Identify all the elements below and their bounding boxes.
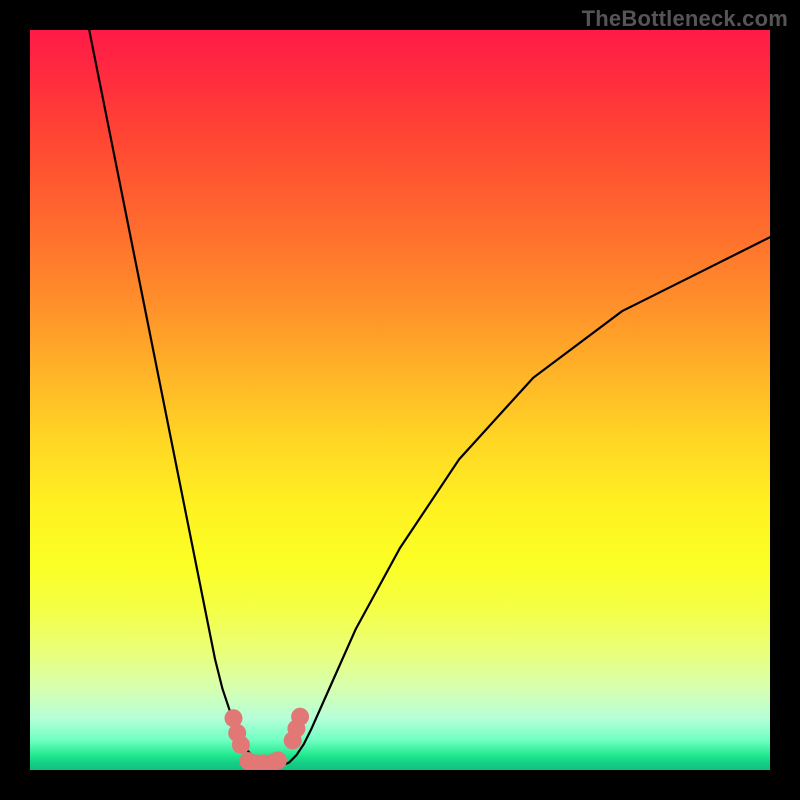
dip-markers xyxy=(225,708,310,770)
chart-frame: TheBottleneck.com xyxy=(0,0,800,800)
curve-left xyxy=(89,30,274,766)
dip-marker-dot xyxy=(269,751,287,769)
watermark-text: TheBottleneck.com xyxy=(582,6,788,32)
dip-marker-dot xyxy=(232,736,250,754)
curve-right xyxy=(274,237,770,766)
curve-layer xyxy=(30,30,770,770)
plot-area xyxy=(30,30,770,770)
dip-marker-dot xyxy=(291,708,309,726)
